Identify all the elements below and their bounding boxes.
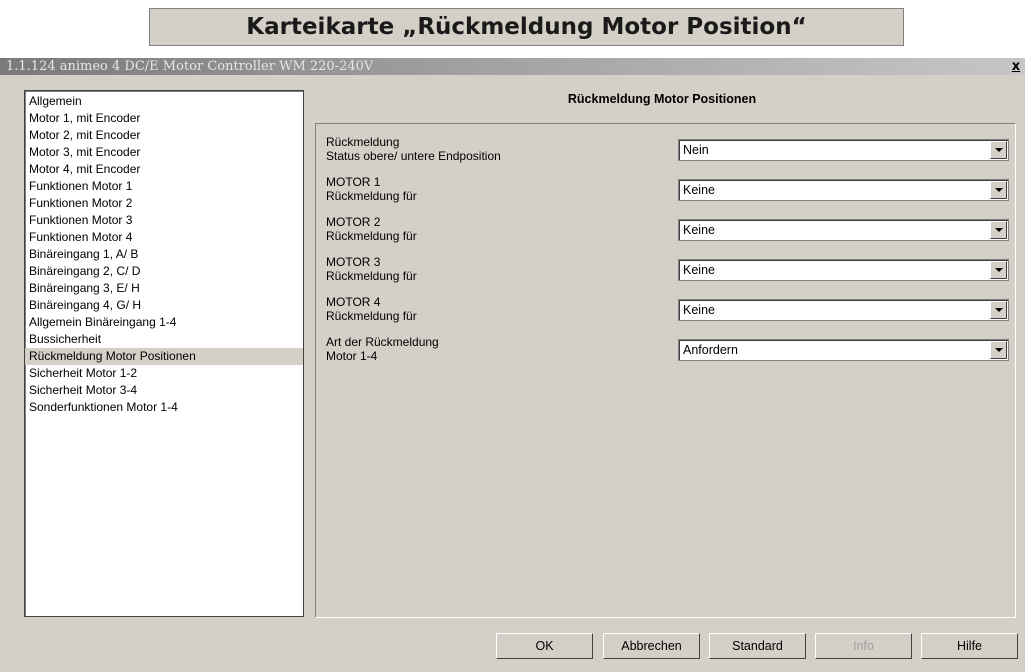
motor-2-feedback-select[interactable]: Keine xyxy=(678,219,1009,241)
param-label-line1: Rückmeldung xyxy=(326,135,400,149)
status-endposition-select[interactable]: Nein xyxy=(678,139,1009,161)
chevron-down-icon[interactable] xyxy=(990,181,1007,199)
nav-item-motor-4[interactable]: Motor 4, mit Encoder xyxy=(25,161,303,178)
nav-item-funktionen-motor-2[interactable]: Funktionen Motor 2 xyxy=(25,195,303,212)
param-label-line2: Rückmeldung für xyxy=(326,189,417,203)
document-heading: Karteikarte „Rückmeldung Motor Position“ xyxy=(149,8,904,46)
motor-4-feedback-select[interactable]: Keine xyxy=(678,299,1009,321)
param-label-line2: Rückmeldung für xyxy=(326,309,417,323)
nav-item-sicherheit-motor-1-2[interactable]: Sicherheit Motor 1-2 xyxy=(25,365,303,382)
nav-item-funktionen-motor-4[interactable]: Funktionen Motor 4 xyxy=(25,229,303,246)
nav-item-motor-1[interactable]: Motor 1, mit Encoder xyxy=(25,110,303,127)
param-label-line1: MOTOR 4 xyxy=(326,295,381,309)
panel-title: Rückmeldung Motor Positionen xyxy=(567,92,757,106)
window-title: 1.1.124 animeo 4 DC/E Motor Controller W… xyxy=(6,59,374,74)
chevron-down-icon[interactable] xyxy=(990,221,1007,239)
param-label-motor-2: MOTOR 2 Rückmeldung für xyxy=(326,215,417,243)
dialog-window: 1.1.124 animeo 4 DC/E Motor Controller W… xyxy=(0,58,1025,672)
nav-item-allgemein[interactable]: Allgemein xyxy=(25,93,303,110)
select-value: Nein xyxy=(683,143,709,157)
param-label-line1: Art der Rückmeldung xyxy=(326,335,439,349)
select-value: Anfordern xyxy=(683,343,738,357)
param-label-line1: MOTOR 3 xyxy=(326,255,381,269)
chevron-down-icon[interactable] xyxy=(990,301,1007,319)
chevron-down-icon[interactable] xyxy=(990,341,1007,359)
nav-item-rueckmeldung-motor-positionen[interactable]: Rückmeldung Motor Positionen xyxy=(25,348,303,365)
chevron-down-icon[interactable] xyxy=(990,261,1007,279)
nav-item-binaereingang-4[interactable]: Binäreingang 4, G/ H xyxy=(25,297,303,314)
nav-item-motor-2[interactable]: Motor 2, mit Encoder xyxy=(25,127,303,144)
param-label-feedback-type: Art der Rückmeldung Motor 1-4 xyxy=(326,335,439,363)
help-button[interactable]: Hilfe xyxy=(921,633,1018,659)
param-label-line2: Status obere/ untere Endposition xyxy=(326,149,501,163)
parameter-page-list[interactable]: Allgemein Motor 1, mit Encoder Motor 2, … xyxy=(24,90,304,617)
param-label-line1: MOTOR 2 xyxy=(326,215,381,229)
ok-button[interactable]: OK xyxy=(496,633,593,659)
param-label-motor-1: MOTOR 1 Rückmeldung für xyxy=(326,175,417,203)
cancel-button[interactable]: Abbrechen xyxy=(603,633,700,659)
param-label-status: Rückmeldung Status obere/ untere Endposi… xyxy=(326,135,501,163)
nav-item-binaereingang-3[interactable]: Binäreingang 3, E/ H xyxy=(25,280,303,297)
title-bar: 1.1.124 animeo 4 DC/E Motor Controller W… xyxy=(0,58,1025,75)
select-value: Keine xyxy=(683,263,715,277)
param-label-motor-4: MOTOR 4 Rückmeldung für xyxy=(326,295,417,323)
nav-item-allgemein-binaereingang[interactable]: Allgemein Binäreingang 1-4 xyxy=(25,314,303,331)
select-value: Keine xyxy=(683,183,715,197)
param-label-line1: MOTOR 1 xyxy=(326,175,381,189)
select-value: Keine xyxy=(683,223,715,237)
nav-item-funktionen-motor-3[interactable]: Funktionen Motor 3 xyxy=(25,212,303,229)
close-icon[interactable]: x xyxy=(1008,58,1024,75)
nav-item-funktionen-motor-1[interactable]: Funktionen Motor 1 xyxy=(25,178,303,195)
param-label-line2: Motor 1-4 xyxy=(326,349,378,363)
chevron-down-icon[interactable] xyxy=(990,141,1007,159)
nav-item-sicherheit-motor-3-4[interactable]: Sicherheit Motor 3-4 xyxy=(25,382,303,399)
select-value: Keine xyxy=(683,303,715,317)
param-label-line2: Rückmeldung für xyxy=(326,269,417,283)
nav-item-binaereingang-2[interactable]: Binäreingang 2, C/ D xyxy=(25,263,303,280)
nav-item-sonderfunktionen[interactable]: Sonderfunktionen Motor 1-4 xyxy=(25,399,303,416)
feedback-type-select[interactable]: Anfordern xyxy=(678,339,1009,361)
param-label-line2: Rückmeldung für xyxy=(326,229,417,243)
info-button: Info xyxy=(815,633,912,659)
nav-item-bussicherheit[interactable]: Bussicherheit xyxy=(25,331,303,348)
nav-item-motor-3[interactable]: Motor 3, mit Encoder xyxy=(25,144,303,161)
default-button[interactable]: Standard xyxy=(709,633,806,659)
param-label-motor-3: MOTOR 3 Rückmeldung für xyxy=(326,255,417,283)
motor-3-feedback-select[interactable]: Keine xyxy=(678,259,1009,281)
motor-1-feedback-select[interactable]: Keine xyxy=(678,179,1009,201)
nav-item-binaereingang-1[interactable]: Binäreingang 1, A/ B xyxy=(25,246,303,263)
parameter-panel: Rückmeldung Status obere/ untere Endposi… xyxy=(315,123,1016,618)
